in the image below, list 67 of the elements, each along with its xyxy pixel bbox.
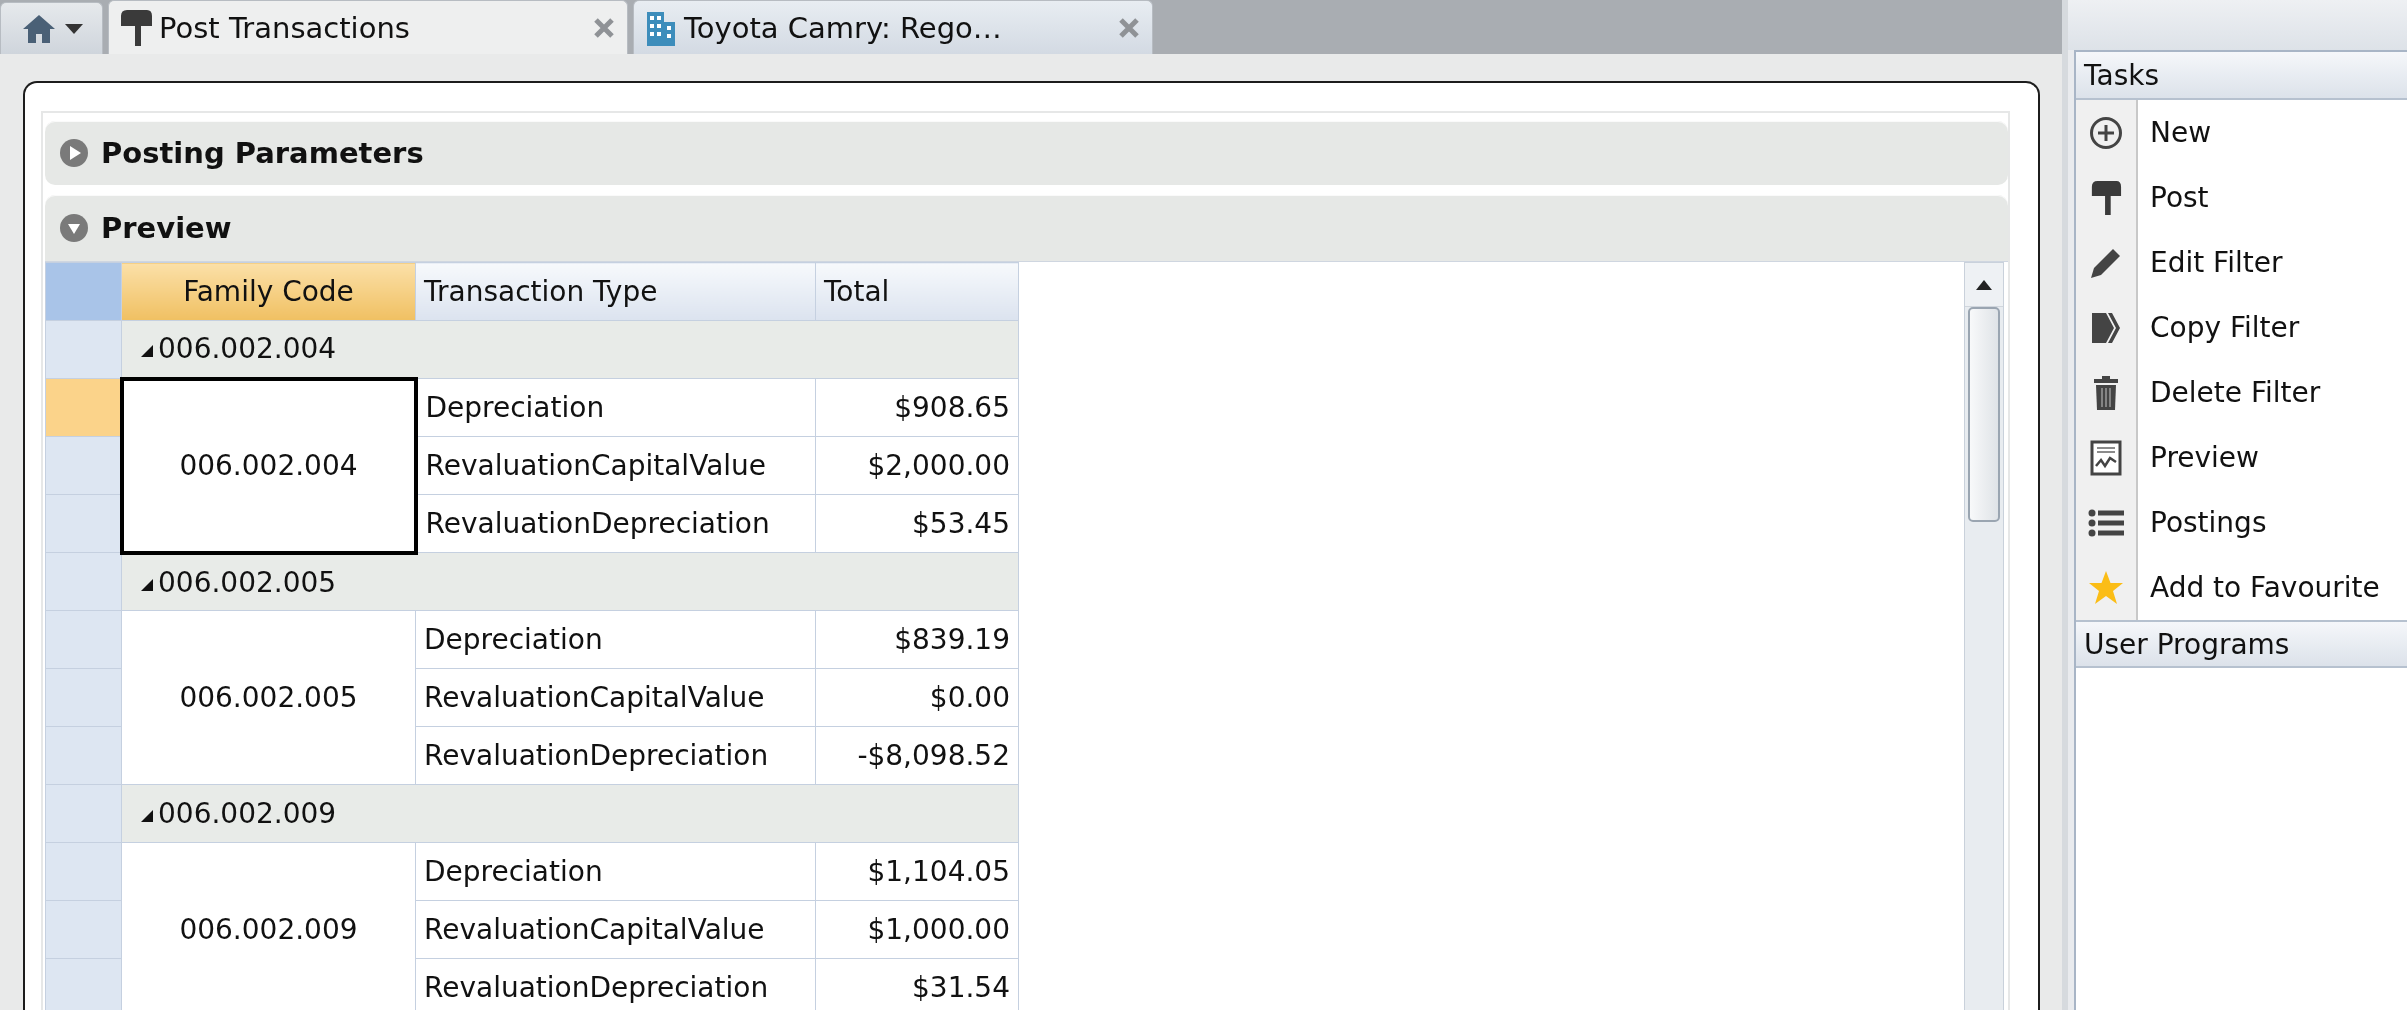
plus-circle-icon [2089,115,2123,150]
section-header[interactable]: Preview [45,195,2008,261]
close-icon[interactable] [1118,16,1140,39]
tab-label: Toyota Camry: Rego… [684,10,1003,45]
tab[interactable]: Post Transactions [108,0,628,54]
tab-label: Post Transactions [159,10,411,45]
task-item[interactable]: Copy Filter [2076,295,2407,360]
list-icon [2088,508,2124,537]
table-cell: 006.002.005 [121,610,416,785]
table-cell: RevaluationDepreciation [415,494,816,553]
group-header[interactable]: 006.002.009 [121,784,1019,843]
close-icon[interactable] [593,16,615,39]
task-item[interactable]: Delete Filter [2076,360,2407,425]
table-cell: RevaluationCapitalValue [415,436,816,495]
document-chart-icon [2090,439,2122,476]
task-item[interactable]: Edit Filter [2076,230,2407,295]
scroll-up-button[interactable] [1965,263,2003,307]
row-indicator[interactable] [45,378,122,437]
task-item[interactable]: Post [2076,165,2407,230]
section-header[interactable]: Posting Parameters [45,121,2008,185]
star-icon [2088,569,2124,606]
table-cell: RevaluationCapitalValue [415,668,816,727]
table-cell: Depreciation [415,842,816,901]
tab[interactable]: Toyota Camry: Rego… [633,0,1153,54]
caret-icon [64,23,83,34]
column-header[interactable]: Transaction Type [415,262,816,321]
table-cell: RevaluationCapitalValue [415,900,816,959]
mailbox-icon [119,7,153,48]
task-item[interactable]: Preview [2076,425,2407,490]
panel-header[interactable]: User Programs [2076,620,2407,668]
group-header[interactable]: 006.002.004 [121,320,1019,379]
column-header[interactable]: Total [815,262,1019,321]
table-cell: $908.65 [815,378,1019,437]
group-code: 006.002.005 [158,565,337,599]
group-code: 006.002.009 [158,797,337,830]
table-cell: RevaluationDepreciation [415,726,816,785]
collapse-triangle-icon [140,809,154,823]
up-arrow-icon [1976,279,1992,290]
scrollbar-thumb[interactable] [1968,307,2000,522]
table-cell: Depreciation [415,610,816,669]
table-cell: $1,000.00 [815,900,1019,959]
task-item[interactable]: Add to Favourite [2076,555,2407,620]
task-item[interactable]: New [2076,100,2407,165]
table-cell: -$8,098.52 [815,726,1019,785]
table-cell: 006.002.009 [121,842,416,1010]
mailbox-icon [2090,178,2122,217]
trash-icon [2092,374,2120,411]
collapse-triangle-icon [140,577,154,592]
row-indicator[interactable] [45,494,122,553]
home-button[interactable] [0,2,103,54]
collapse-icon [59,213,89,243]
table-cell: Depreciation [415,378,816,437]
table-cell: $2,000.00 [815,436,1019,495]
row-indicator[interactable] [45,436,122,495]
expand-icon [59,138,89,168]
group-code: 006.002.004 [158,332,337,366]
table-cell: $53.45 [815,494,1019,553]
column-header[interactable]: Family Code [121,262,416,321]
table-cell: $839.19 [815,610,1019,669]
table-cell: $1,104.05 [815,842,1019,901]
table-cell: $0.00 [815,668,1019,727]
table-cell: 006.002.004 [121,378,416,553]
collapse-triangle-icon [140,344,154,359]
group-header[interactable]: 006.002.005 [121,552,1019,611]
panel-header[interactable]: Tasks [2076,52,2407,100]
task-item[interactable]: Postings [2076,490,2407,555]
scrollbar[interactable] [1964,262,2004,1010]
